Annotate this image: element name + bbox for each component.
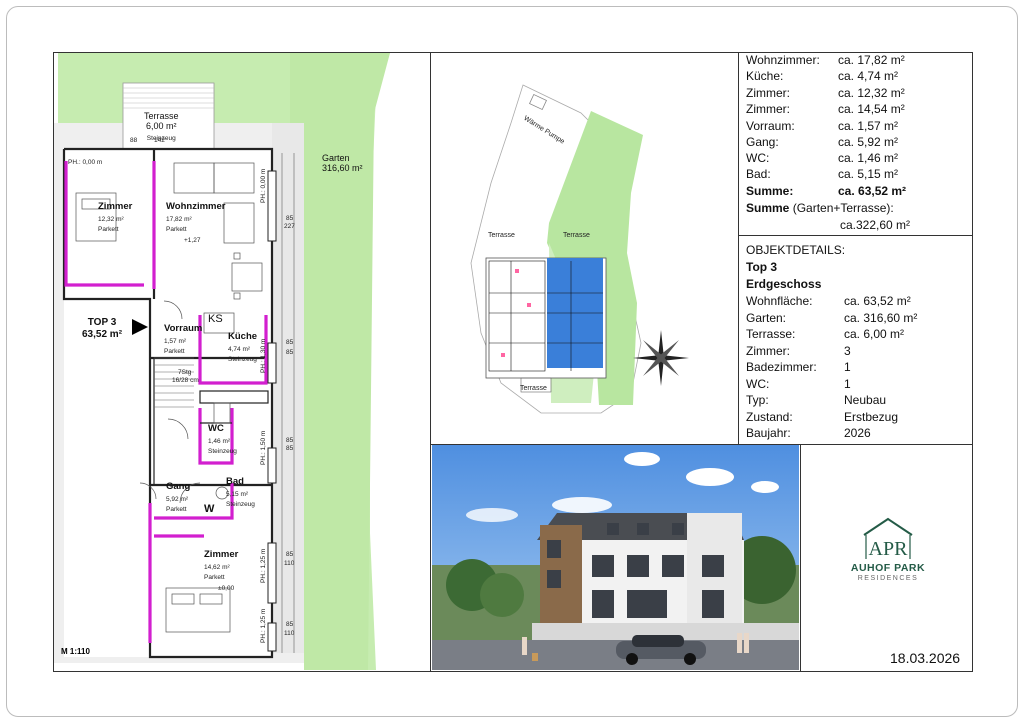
room-zimmer-2: Zimmer 14,62 m² Parkett ±0,00	[204, 549, 239, 592]
divider	[738, 52, 739, 444]
plan-date: 18.03.2026	[890, 650, 961, 666]
divider	[800, 444, 801, 672]
divider	[738, 235, 973, 236]
unit-label: TOP 3 63,52 m²	[82, 317, 123, 340]
room-vorraum: Vorraum 1,57 m² Parkett	[164, 323, 203, 356]
room-bad: Bad 5,15 m² Steinzeug	[226, 476, 255, 509]
w-mark: W	[204, 503, 215, 515]
scale-label: M 1:110	[61, 647, 90, 656]
area-row-garden-sum: Summe (Garten+Terrasse):	[746, 201, 894, 215]
room-wohnzimmer: Wohnzimmer 17,82 m² Parkett +1,27	[166, 201, 226, 244]
terrace-label: Terrasse	[563, 232, 590, 239]
dim-85: 85	[286, 437, 294, 444]
dim-85: 85	[286, 621, 294, 628]
room-garten: Garten 316,60 m²	[322, 153, 363, 174]
dim-85: 85	[286, 215, 294, 222]
ks-mark: KS	[208, 313, 223, 325]
dim-85: 85	[286, 445, 294, 452]
stairs-size: 16/28 cm	[172, 377, 199, 384]
logo-mark: APR	[869, 538, 909, 560]
dim-227: 227	[284, 223, 295, 230]
ph-label: PH.: 0,00 m	[68, 159, 103, 166]
objekt-heading: OBJEKTDETAILS:	[746, 243, 846, 257]
terrace-label: Terrasse	[520, 385, 547, 392]
ph-vertical: PH.: 1,50 m	[260, 430, 267, 465]
area-garden-sum-value: ca.322,60 m²	[840, 218, 911, 232]
ph-vertical: PH.: 1,30 m	[260, 338, 267, 373]
objekt-geschoss: Erdgeschoss	[746, 277, 822, 291]
dim-88: 88	[130, 137, 138, 144]
dim-110: 110	[284, 630, 295, 637]
room-kueche: Küche 4,74 m² Steinzeug	[228, 331, 258, 364]
room-wc: WC 1,46 m² Steinzeug	[208, 423, 237, 456]
objekt-top: Top 3	[746, 260, 778, 274]
stairs-steps: 7Stg	[178, 369, 192, 376]
site-plan	[470, 84, 689, 414]
dim-142: 142	[154, 137, 165, 144]
dim-85: 85	[286, 339, 294, 346]
house-logo-icon: APR	[863, 517, 913, 560]
logo-sub: RESIDENCES	[857, 575, 919, 582]
floor-plan: Terrasse 6,00 m² Steinzeug Garten 316,60…	[54, 53, 430, 670]
room-gang: Gang 5,92 m² Parkett	[166, 481, 191, 514]
building-rendering	[432, 445, 799, 670]
ph-vertical: PH.: 1,25 m	[260, 608, 267, 643]
dim-110: 110	[284, 560, 295, 567]
ph-vertical: PH.: 0,00 m	[260, 168, 267, 203]
logo-name: AUHOF PARK	[850, 562, 926, 574]
dim-85: 85	[286, 551, 294, 558]
room-zimmer-1: Zimmer 12,32 m² Parkett	[98, 201, 133, 234]
ph-vertical: PH.: 1,25 m	[260, 548, 267, 583]
terrace-label: Terrasse	[488, 232, 515, 239]
dim-85: 85	[286, 349, 294, 356]
